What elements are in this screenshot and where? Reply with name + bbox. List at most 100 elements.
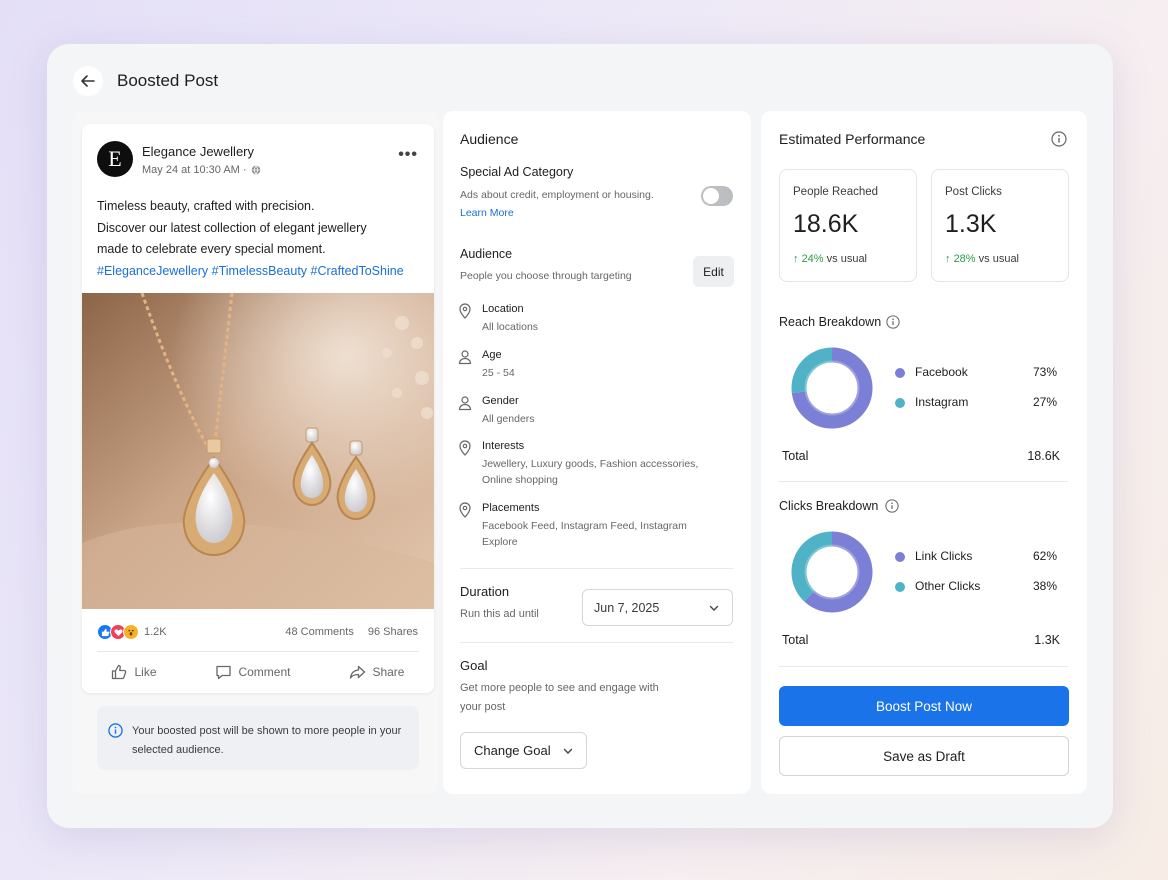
edit-audience-button[interactable]: Edit [693, 256, 734, 287]
end-date-value: Jun 7, 2025 [594, 600, 660, 615]
divider [97, 651, 419, 652]
divider [460, 568, 733, 569]
post-text-line: made to celebrate every special moment. [97, 242, 326, 256]
legend-pct: 27% [1032, 395, 1057, 409]
special-ad-title: Special Ad Category [460, 165, 574, 179]
clicks-slice-other-clicks [791, 531, 833, 602]
people-reached-card: People Reached 18.6K ↑ 24% vs usual [779, 169, 917, 282]
stat-value: 18.6K [793, 210, 859, 238]
post-text-line: Discover our latest collection of elegan… [97, 220, 367, 235]
legend-pct: 62% [1032, 549, 1057, 563]
page-name[interactable]: Elegance Jewellery [142, 144, 254, 159]
reach-inner-ring [804, 360, 860, 416]
stat-change-pct: 28% [953, 253, 976, 265]
clicks-inner-ring [804, 544, 860, 600]
comments-count[interactable]: 48 Comments [285, 626, 353, 638]
legend-dot [895, 368, 905, 378]
legend-dot [895, 398, 905, 408]
chevron-down-icon [709, 605, 719, 611]
info-icon[interactable] [1051, 131, 1067, 147]
targeting-value: All genders [482, 413, 535, 425]
stat-change: ↑ 28% vs usual [945, 253, 1019, 265]
legend-name: Instagram [915, 395, 969, 409]
stat-label: Post Clicks [945, 186, 1002, 198]
info-icon [108, 723, 123, 738]
goal-title: Goal [460, 658, 488, 673]
post-hashtags[interactable]: #EleganceJewellery #TimelessBeauty #Craf… [97, 261, 417, 283]
duration-desc: Run this ad until [460, 608, 539, 620]
special-ad-desc: Ads about credit, employment or housing. [460, 189, 654, 201]
legend-pct: 38% [1032, 579, 1057, 593]
shares-count[interactable]: 96 Shares [368, 626, 418, 638]
stat-change-suffix: vs usual [975, 253, 1020, 265]
location-pin-icon [459, 440, 471, 456]
boost-notice: Your boosted post will be shown to more … [97, 706, 419, 770]
arrow-up-icon: ↑ [945, 253, 954, 265]
timestamp-text: May 24 at 10:30 AM · [142, 164, 247, 176]
clicks-breakdown-title: Clicks Breakdown [779, 499, 879, 513]
legend-pct: 73% [1032, 365, 1057, 379]
location-pin-icon [459, 502, 471, 518]
wow-reaction-icon [123, 624, 139, 640]
person-icon [458, 396, 472, 411]
jewellery-photo [82, 293, 434, 609]
location-pin-icon [459, 303, 471, 319]
stat-change-pct: 24% [801, 253, 824, 265]
targeting-label: Location [482, 303, 524, 315]
legend-dot [895, 582, 905, 592]
avatar: E [97, 141, 133, 177]
legend-name: Facebook [915, 365, 968, 379]
goal-desc: Get more people to see and engage with y… [460, 682, 659, 713]
like-label: Like [134, 665, 157, 679]
toggle-knob [703, 188, 719, 204]
targeting-value: Jewellery, Luxury goods, Fashion accesso… [482, 458, 699, 486]
audience-subtitle: Audience [460, 247, 513, 261]
post-text: Timeless beauty, crafted with precision.… [97, 196, 417, 282]
clicks-total-label: Total [782, 633, 809, 647]
thumbs-up-icon [112, 664, 127, 680]
legend-name: Link Clicks [915, 549, 973, 563]
legend-dot [895, 552, 905, 562]
info-icon[interactable] [885, 499, 899, 513]
duration-title: Duration [460, 584, 510, 599]
post-timestamp: May 24 at 10:30 AM · [142, 164, 261, 176]
targeting-value: All locations [482, 321, 539, 333]
audience-title: Audience [460, 131, 519, 147]
change-goal-button[interactable]: Change Goal [460, 732, 587, 769]
comment-icon [216, 665, 232, 680]
divider [779, 666, 1068, 667]
targeting-label: Age [482, 349, 502, 361]
audience-desc: People you choose through targeting [460, 270, 632, 282]
targeting-value: 25 - 54 [482, 367, 515, 379]
post-text-line: Timeless beauty, crafted with precision. [97, 199, 315, 213]
info-icon[interactable] [886, 315, 900, 329]
back-button[interactable] [73, 66, 103, 96]
reach-donut-chart [791, 347, 873, 429]
targeting-label: Gender [482, 395, 519, 407]
share-button[interactable]: Share [349, 664, 404, 680]
special-ad-toggle[interactable] [701, 186, 733, 206]
like-button[interactable]: Like [111, 664, 157, 680]
boost-post-button[interactable]: Boost Post Now [779, 686, 1069, 726]
comment-button[interactable]: Comment [215, 664, 290, 680]
end-date-select[interactable]: Jun 7, 2025 [582, 589, 733, 626]
divider [460, 642, 733, 643]
reactions[interactable]: 1.2K [97, 624, 167, 640]
share-label: Share [372, 665, 405, 679]
stat-value: 1.3K [945, 210, 997, 238]
targeting-value: Facebook Feed, Instagram Feed, Instagram… [482, 520, 687, 548]
performance-title: Estimated Performance [779, 131, 926, 147]
reach-breakdown-title: Reach Breakdown [779, 315, 882, 329]
more-options-icon[interactable]: ••• [398, 146, 418, 164]
divider [779, 481, 1068, 482]
reach-total-label: Total [782, 449, 809, 463]
comment-label: Comment [238, 665, 291, 679]
reach-slice-instagram [791, 347, 833, 394]
save-draft-button[interactable]: Save as Draft [779, 736, 1069, 776]
engagement-counts: 48 Comments 96 Shares [285, 626, 418, 638]
arrow-up-icon: ↑ [793, 253, 802, 265]
learn-more-link[interactable]: Learn More [460, 207, 514, 219]
post-actions: Like Comment Share [82, 664, 434, 680]
clicks-total-value: 1.3K [1034, 633, 1060, 647]
share-icon [350, 665, 366, 679]
